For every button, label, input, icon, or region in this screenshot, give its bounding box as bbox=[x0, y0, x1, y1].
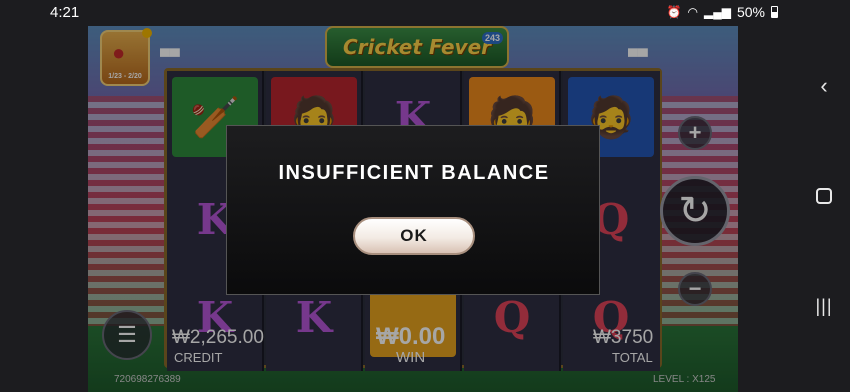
back-button[interactable]: ‹ bbox=[798, 66, 850, 106]
home-icon bbox=[816, 188, 832, 204]
ok-button[interactable]: OK bbox=[353, 217, 475, 255]
system-nav-bar: ‹ ||| bbox=[798, 26, 850, 392]
signal-icon: ▂▄▆ bbox=[704, 5, 731, 19]
status-time: 4:21 bbox=[50, 4, 80, 21]
battery-icon bbox=[771, 6, 778, 18]
alarm-icon: ⏰ bbox=[666, 5, 682, 19]
insufficient-balance-dialog: INSUFFICIENT BALANCE OK bbox=[226, 125, 600, 295]
status-bar: 4:21 ⏰ ◠ ▂▄▆ 50% bbox=[0, 0, 850, 26]
status-icons: ⏰ ◠ ▂▄▆ 50% bbox=[667, 4, 778, 20]
screen: 4:21 ⏰ ◠ ▂▄▆ 50% 🏏 K K 🧔 Q K K Q bbox=[0, 0, 850, 392]
recent-apps-button[interactable]: ||| bbox=[798, 286, 850, 326]
home-button[interactable] bbox=[798, 176, 850, 216]
game-canvas: 🏏 K K 🧔 Q K K Q 🧑 Q Q 🧔 Q Q bbox=[88, 26, 738, 392]
battery-percent: 50% bbox=[736, 4, 765, 20]
wifi-icon: ◠ bbox=[687, 5, 698, 19]
dialog-message: INSUFFICIENT BALANCE bbox=[278, 162, 550, 184]
